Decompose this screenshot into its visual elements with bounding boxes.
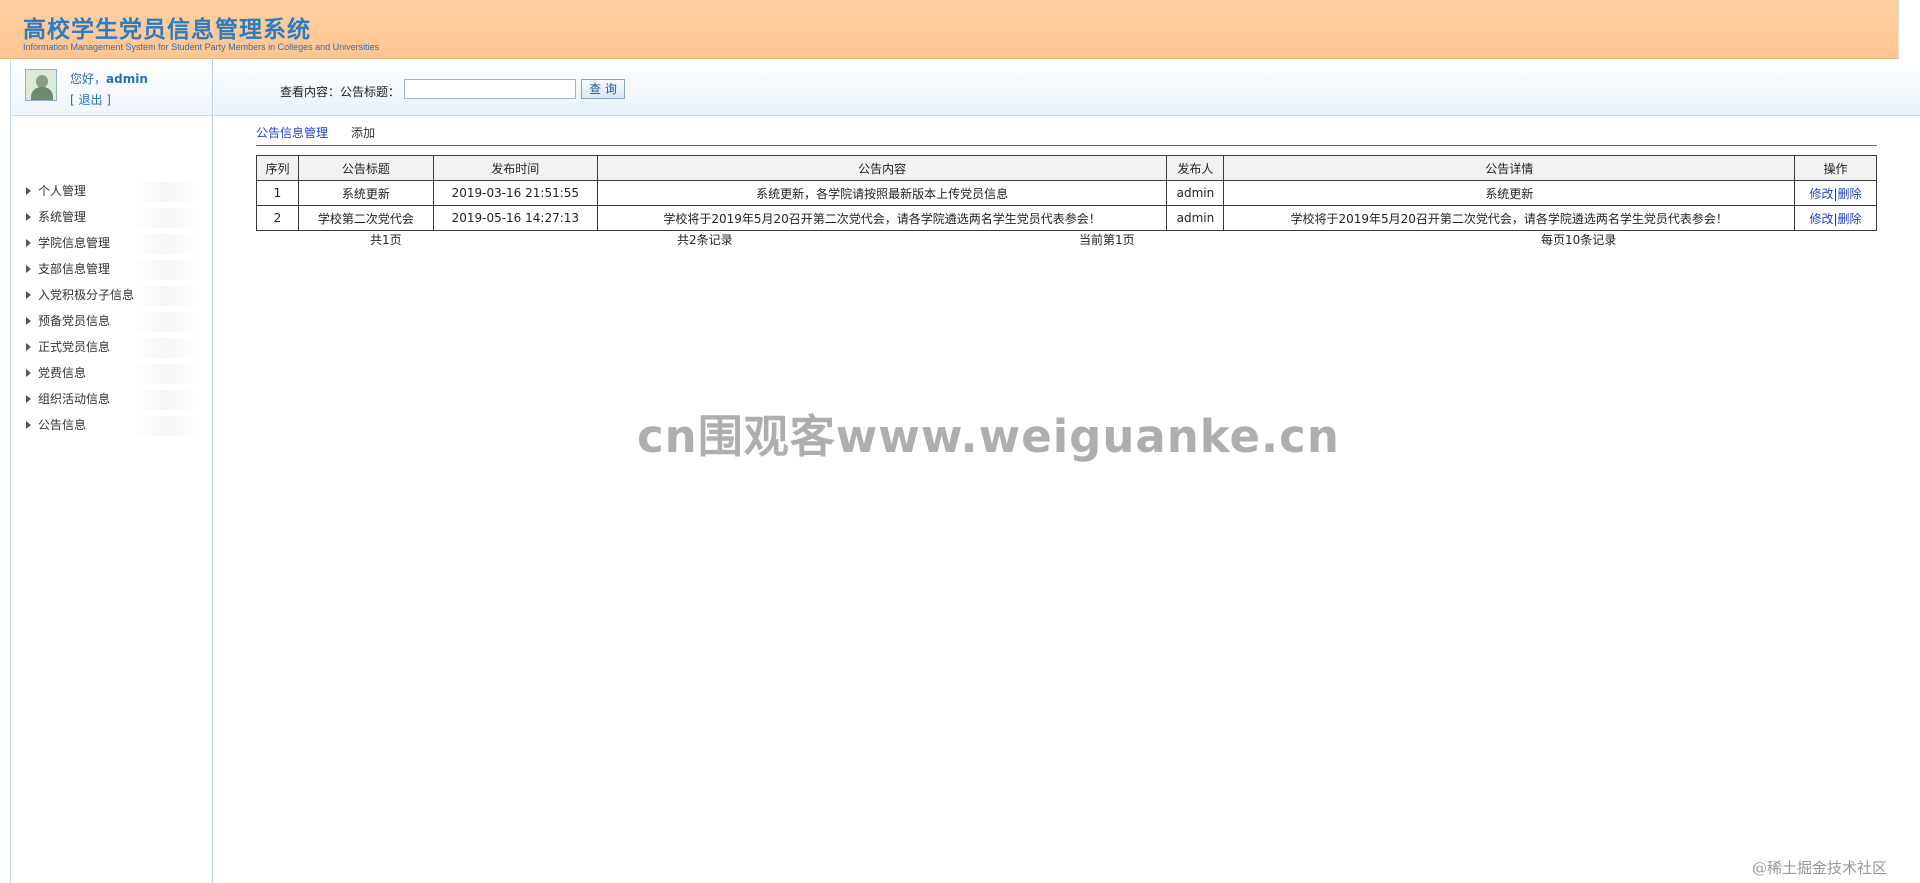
cell-detail: 系统更新 — [1223, 180, 1796, 206]
search-bar: 查看内容：公告标题： 查 询 — [214, 59, 1920, 116]
current-page: 当前第1页 — [1079, 233, 1135, 247]
search-label: 查看内容：公告标题： — [280, 85, 401, 99]
tab-announcement-manage[interactable]: 公告信息管理 — [256, 124, 328, 141]
sidebar-item-full-members[interactable]: 正式党员信息 — [26, 338, 201, 358]
sidebar-item-system[interactable]: 系统管理 — [26, 208, 201, 228]
column-header: 操作 — [1794, 155, 1877, 181]
caret-right-icon — [26, 213, 31, 221]
app-title: 高校学生党员信息管理系统 — [23, 16, 311, 43]
table-row: 2 学校第二次党代会 2019-05-16 14:27:13 学校将于2019年… — [256, 205, 1877, 231]
cell-time: 2019-05-16 14:27:13 — [432, 205, 598, 231]
pagination-info: 共1页 共2条记录 当前第1页 每页10条记录 — [256, 231, 1877, 249]
user-name: admin — [106, 72, 148, 86]
center-watermark: cn围观客www.weiguanke.cn — [637, 410, 1340, 463]
delete-link[interactable]: 删除 — [1838, 212, 1862, 226]
header-right-edge — [1898, 0, 1920, 60]
sidebar-item-label: 系统管理 — [38, 210, 87, 224]
sidebar-item-college[interactable]: 学院信息管理 — [26, 234, 201, 254]
column-header: 公告详情 — [1223, 155, 1796, 181]
user-panel: 您好，admin [ 退出 ] — [11, 59, 212, 116]
cell-index: 2 — [256, 205, 299, 231]
cell-index: 1 — [256, 180, 299, 206]
delete-link[interactable]: 删除 — [1838, 187, 1862, 201]
sidebar-item-label: 支部信息管理 — [38, 262, 111, 276]
header-banner: 高校学生党员信息管理系统 Information Management Syst… — [0, 0, 1898, 59]
caret-right-icon — [26, 395, 31, 403]
sidebar-item-label: 预备党员信息 — [38, 314, 111, 328]
table-header-row: 序列 公告标题 发布时间 公告内容 发布人 公告详情 操作 — [256, 155, 1877, 181]
caret-right-icon — [26, 369, 31, 377]
table-row: 1 系统更新 2019-03-16 21:51:55 系统更新，各学院请按照最新… — [256, 180, 1877, 206]
caret-right-icon — [26, 421, 31, 429]
cell-title: 学校第二次党代会 — [297, 205, 434, 231]
caret-right-icon — [26, 343, 31, 351]
search-input[interactable] — [404, 79, 576, 99]
corner-watermark: @稀土掘金技术社区 — [1752, 859, 1888, 877]
sidebar-item-announcements[interactable]: 公告信息 — [26, 416, 201, 436]
cell-detail: 学校将于2019年5月20召开第二次党代会，请各学院遴选两名学生党员代表参会！ — [1223, 205, 1796, 231]
sidebar-item-probationary[interactable]: 预备党员信息 — [26, 312, 201, 332]
app-subtitle: Information Management System for Studen… — [23, 42, 380, 52]
left-sidebar: 您好，admin [ 退出 ] 个人管理 系统管理 学院信息管理 支部信息管理 … — [10, 59, 213, 883]
sidebar-item-dues[interactable]: 党费信息 — [26, 364, 201, 384]
announcement-table: 序列 公告标题 发布时间 公告内容 发布人 公告详情 操作 1 系统更新 201… — [256, 155, 1877, 231]
sidebar-item-label: 入党积极分子信息 — [38, 288, 135, 302]
cell-operations: 修改|删除 — [1794, 205, 1877, 231]
per-page: 每页10条记录 — [1541, 233, 1617, 247]
cell-publisher: admin — [1166, 205, 1225, 231]
column-header: 公告内容 — [596, 155, 1168, 181]
query-button[interactable]: 查 询 — [581, 79, 625, 99]
sidebar-item-label: 公告信息 — [38, 418, 87, 432]
sidebar-menu: 个人管理 系统管理 学院信息管理 支部信息管理 入党积极分子信息 预备党员信息 … — [11, 116, 212, 436]
caret-right-icon — [26, 317, 31, 325]
avatar-body-icon — [31, 87, 53, 100]
tab-add[interactable]: 添加 — [351, 124, 375, 141]
cell-content: 系统更新，各学院请按照最新版本上传党员信息 — [596, 180, 1168, 206]
total-pages: 共1页 — [370, 233, 402, 247]
cell-operations: 修改|删除 — [1794, 180, 1877, 206]
logout-link[interactable]: [ 退出 ] — [70, 91, 111, 108]
edit-link[interactable]: 修改 — [1809, 212, 1833, 226]
greeting-text: 您好， — [70, 72, 107, 86]
sidebar-item-activists[interactable]: 入党积极分子信息 — [26, 286, 201, 306]
caret-right-icon — [26, 239, 31, 247]
column-header: 序列 — [256, 155, 299, 181]
sidebar-item-label: 个人管理 — [38, 184, 87, 198]
edit-link[interactable]: 修改 — [1809, 187, 1833, 201]
caret-right-icon — [26, 291, 31, 299]
sidebar-item-personal[interactable]: 个人管理 — [26, 182, 201, 202]
sidebar-item-label: 正式党员信息 — [38, 340, 111, 354]
column-header: 发布时间 — [432, 155, 598, 181]
sidebar-item-label: 学院信息管理 — [38, 236, 111, 250]
user-greeting: 您好，admin — [70, 70, 148, 87]
avatar — [25, 69, 57, 101]
cell-publisher: admin — [1166, 180, 1225, 206]
caret-right-icon — [26, 265, 31, 273]
sidebar-item-activities[interactable]: 组织活动信息 — [26, 390, 201, 410]
sidebar-item-label: 党费信息 — [38, 366, 87, 380]
sidebar-item-label: 组织活动信息 — [38, 392, 111, 406]
total-records: 共2条记录 — [677, 233, 733, 247]
sidebar-item-branch[interactable]: 支部信息管理 — [26, 260, 201, 280]
tab-divider — [256, 145, 1877, 146]
column-header: 公告标题 — [297, 155, 434, 181]
cell-title: 系统更新 — [297, 180, 434, 206]
cell-time: 2019-03-16 21:51:55 — [432, 180, 598, 206]
caret-right-icon — [26, 187, 31, 195]
column-header: 发布人 — [1166, 155, 1225, 181]
cell-content: 学校将于2019年5月20召开第二次党代会，请各学院遴选两名学生党员代表参会！ — [596, 205, 1168, 231]
